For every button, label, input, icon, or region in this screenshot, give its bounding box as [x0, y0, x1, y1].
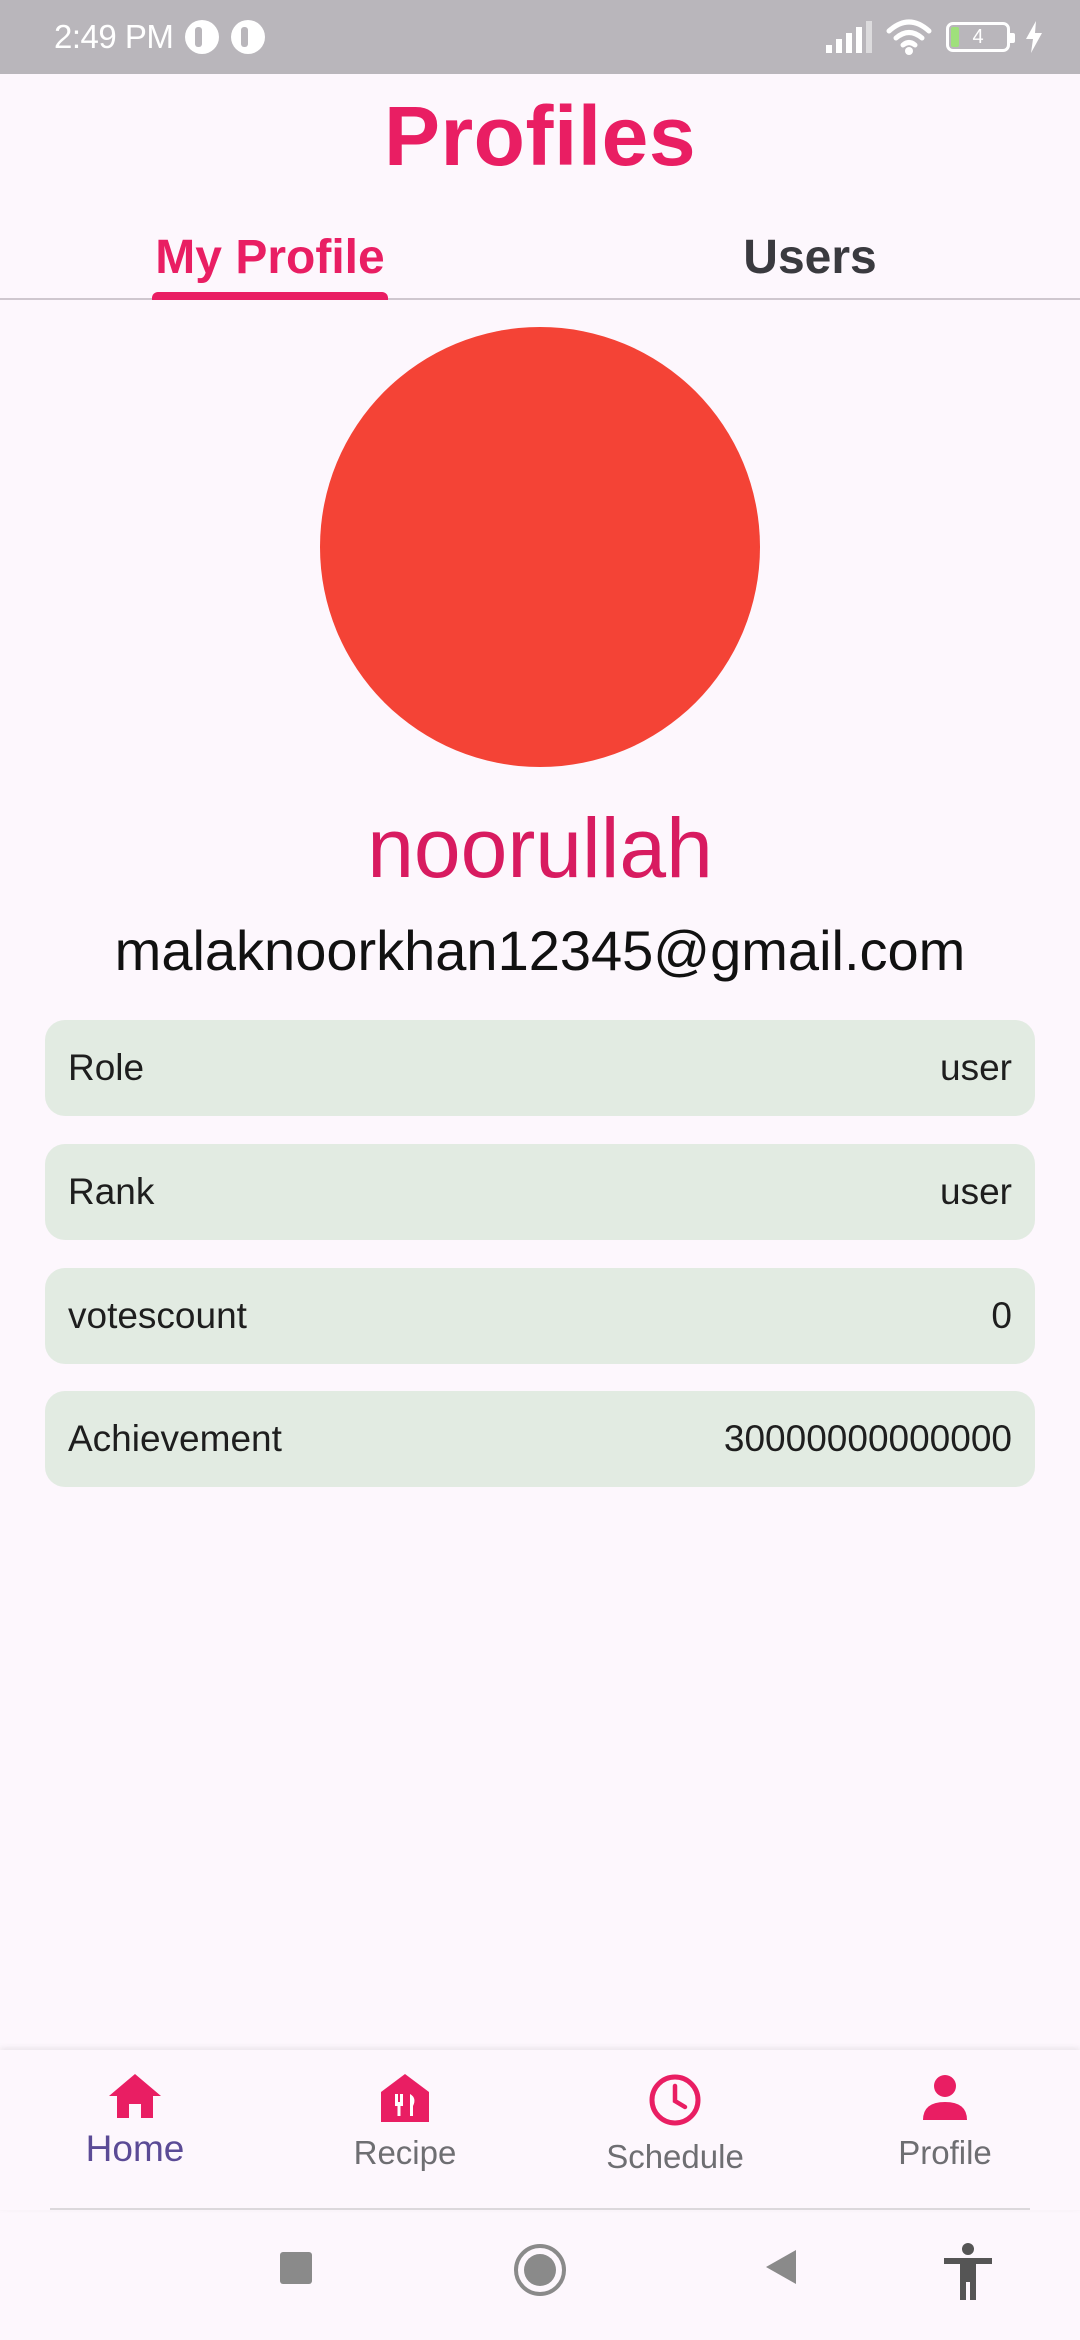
nav-home-label: Home [85, 2128, 185, 2169]
home-circle-icon[interactable] [512, 2242, 568, 2298]
rank-label: Rank [68, 1171, 155, 1212]
role-label: Role [68, 1047, 145, 1088]
person-icon [923, 2075, 967, 2120]
wifi-icon [886, 19, 932, 55]
tab-users[interactable]: Users [540, 230, 1080, 285]
nav-schedule[interactable]: Schedule [575, 2072, 775, 2176]
role-row: Role user [45, 1020, 1035, 1116]
accessibility-icon[interactable] [940, 2242, 996, 2302]
system-nav-bar [0, 2212, 1080, 2340]
profile-tabs: My Profile Users [0, 222, 1080, 300]
back-icon[interactable] [760, 2242, 800, 2290]
bottom-nav: Home Recipe Schedule Profile [0, 2050, 1080, 2210]
achievement-row: Achievement 30000000000000 [45, 1391, 1035, 1487]
nav-recipe[interactable]: Recipe [305, 2072, 505, 2172]
nav-divider [50, 2208, 1030, 2210]
nav-recipe-label: Recipe [353, 2134, 457, 2171]
email: malaknoorkhan12345@gmail.com [114, 919, 966, 982]
votescount-label: votescount [68, 1295, 247, 1336]
status-right: 4 [824, 19, 1044, 55]
votescount-row: votescount 0 [45, 1268, 1035, 1364]
nav-home[interactable]: Home [35, 2072, 235, 2170]
tab-my-profile[interactable]: My Profile [0, 230, 540, 285]
charging-icon [1026, 21, 1042, 53]
battery-level: 4 [972, 25, 984, 48]
page-title: Profiles [383, 89, 697, 183]
status-time: 2:49 PM [54, 18, 174, 55]
nav-schedule-label: Schedule [606, 2138, 744, 2175]
role-value: user [940, 1047, 1012, 1088]
rank-row: Rank user [45, 1144, 1035, 1240]
achievement-label: Achievement [68, 1418, 282, 1459]
nav-profile-label: Profile [898, 2134, 992, 2171]
battery-fill [951, 27, 959, 47]
notification-icon [231, 20, 266, 54]
home-icon [109, 2074, 161, 2118]
votescount-value: 0 [991, 1295, 1012, 1336]
tab-indicator [152, 292, 388, 300]
notification-icon [185, 20, 220, 54]
rank-value: user [940, 1171, 1012, 1212]
clock-icon [649, 2074, 701, 2126]
recents-icon[interactable] [276, 2242, 316, 2290]
status-bar: 2:49 PM 4 [0, 0, 1080, 74]
recipe-icon [381, 2074, 429, 2122]
avatar[interactable] [320, 327, 760, 767]
achievement-value: 30000000000000 [723, 1418, 1012, 1459]
username: noorullah [367, 801, 713, 895]
battery-icon: 4 [946, 22, 1015, 52]
app-screen: 2:49 PM 4 Profiles My Profile Users noor… [0, 0, 1080, 2340]
status-left: 2:49 PM [54, 18, 266, 56]
signal-icon [826, 21, 872, 53]
nav-profile[interactable]: Profile [845, 2072, 1045, 2172]
